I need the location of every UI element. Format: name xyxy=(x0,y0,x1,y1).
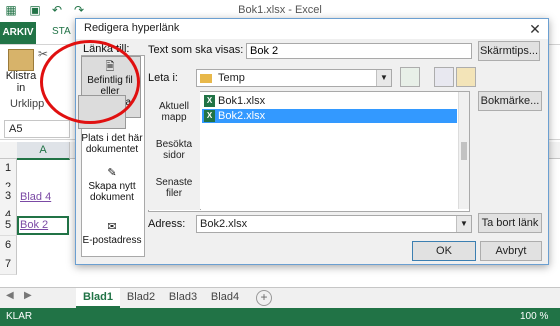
look-in-select[interactable]: Temp ▼ xyxy=(196,69,392,87)
file-name: Bok1.xlsx xyxy=(218,95,266,107)
scrollbar-thumb[interactable] xyxy=(461,142,467,160)
search-icon[interactable] xyxy=(434,67,454,87)
email-icon: ✉ xyxy=(107,221,117,233)
link-to-new-doc-label: Skapa nytt dokument xyxy=(88,181,136,203)
ok-button[interactable]: OK xyxy=(412,241,476,261)
address-value: Bok2.xlsx xyxy=(200,218,248,230)
zoom-level[interactable]: 100 % xyxy=(520,308,548,326)
window-title: Bok1.xlsx - Excel xyxy=(238,4,322,16)
excel-file-icon: X xyxy=(204,95,215,107)
row-header[interactable]: 1 xyxy=(0,159,17,179)
file-list-scrollbar[interactable] xyxy=(458,92,469,209)
cancel-button[interactable]: Avbryt xyxy=(480,241,542,261)
look-in-value: Temp xyxy=(218,72,245,84)
file-list: X Bok1.xlsx X Bok2.xlsx xyxy=(200,92,458,209)
paste-icon[interactable] xyxy=(8,49,34,71)
sheet-tab-blad2[interactable]: Blad2 xyxy=(122,288,160,306)
cell-a3-link[interactable]: Blad 4 xyxy=(20,191,51,203)
dialog-title: Redigera hyperlänk xyxy=(84,22,180,34)
sheet-tab-blad1[interactable]: Blad1 xyxy=(76,288,120,308)
place-browsed-pages[interactable]: Besökta sidor xyxy=(148,139,200,161)
chevron-down-icon[interactable]: ▼ xyxy=(376,70,391,86)
look-in-label: Leta i: xyxy=(148,72,178,84)
add-sheet-icon[interactable]: + xyxy=(256,290,272,306)
screentip-button[interactable]: Skärmtips... xyxy=(478,41,540,61)
cell-a5-link[interactable]: Bok 2 xyxy=(20,219,48,231)
folder-icon xyxy=(200,73,212,83)
clipboard-group-label: Urklipp xyxy=(10,98,45,110)
excel-file-icon: X xyxy=(204,110,215,122)
bookmark-button[interactable]: Bokmärke... xyxy=(478,91,542,111)
file-item[interactable]: X Bok1.xlsx xyxy=(202,94,457,108)
sheet-prev-icon[interactable]: ◀ xyxy=(6,290,14,301)
remove-link-button[interactable]: Ta bort länk xyxy=(478,213,542,233)
address-combobox[interactable]: Bok2.xlsx ▼ xyxy=(196,215,472,233)
row-header[interactable]: 7 xyxy=(0,255,17,275)
column-header-a[interactable]: A xyxy=(17,142,70,160)
row-header[interactable]: 3 xyxy=(0,187,17,207)
sheet-tab-blad3[interactable]: Blad3 xyxy=(164,288,202,306)
text-to-display-label: Text som ska visas: xyxy=(148,44,244,56)
link-to-place-label: Plats i det här dokumentet xyxy=(81,133,143,155)
close-icon[interactable]: ✕ xyxy=(522,19,548,39)
link-to-new-document[interactable]: ✎ Skapa nytt dokument xyxy=(81,167,143,203)
sheet-tab-blad4[interactable]: Blad4 xyxy=(206,288,244,306)
tab-file[interactable]: ARKIV xyxy=(0,22,36,44)
link-to-email-label: E-postadress xyxy=(82,235,142,246)
text-to-display-input[interactable] xyxy=(246,43,472,59)
row-header[interactable]: 6 xyxy=(0,236,17,256)
chevron-down-icon[interactable]: ▼ xyxy=(456,216,471,232)
link-to-email[interactable]: ✉ E-postadress xyxy=(81,221,143,246)
place-recent-files[interactable]: Senaste filer xyxy=(148,177,200,199)
tab-home[interactable]: STA xyxy=(52,26,71,37)
name-box[interactable]: A5 xyxy=(4,120,70,138)
paste-button-label[interactable]: Klistra xyxy=(5,70,37,82)
dialog-titlebar: Redigera hyperlänk ✕ xyxy=(76,19,548,39)
browse-folder-icon[interactable] xyxy=(456,67,476,87)
address-label: Adress: xyxy=(148,218,186,230)
annotation-circle xyxy=(40,40,140,124)
status-text: KLAR xyxy=(6,311,33,322)
edit-hyperlink-dialog: Redigera hyperlänk ✕ Länka till: 🗎 Befin… xyxy=(75,18,549,265)
browse-web-icon[interactable] xyxy=(400,67,420,87)
new-document-icon: ✎ xyxy=(107,167,117,179)
file-name: Bok2.xlsx xyxy=(218,110,266,122)
status-bar: KLAR 100 % xyxy=(0,308,560,326)
file-item-selected[interactable]: X Bok2.xlsx xyxy=(202,109,457,123)
paste-button-sub[interactable]: in xyxy=(5,82,37,94)
row-header[interactable]: 5 xyxy=(0,216,17,236)
sheet-next-icon[interactable]: ▶ xyxy=(24,290,32,301)
place-current-folder[interactable]: Aktuell mapp xyxy=(148,101,200,123)
